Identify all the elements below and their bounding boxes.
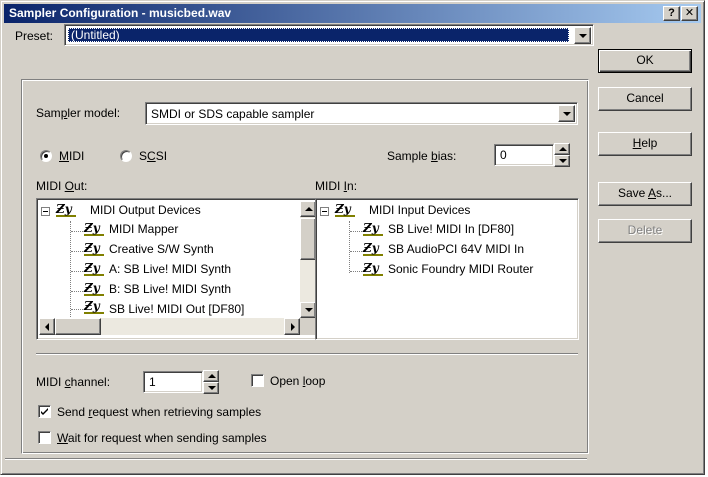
sample-bias-up-button[interactable] [554, 143, 570, 155]
preset-combo[interactable]: (Untitled) [64, 24, 594, 46]
scsi-radio-label[interactable]: SCSI [139, 149, 167, 163]
arrow-right-icon [291, 323, 295, 331]
midi-channel-label: MIDI channel: [36, 375, 111, 389]
arrow-down-icon [305, 308, 313, 312]
preset-selection: (Untitled) [68, 28, 569, 42]
sampler-model-dropdown-button[interactable] [558, 105, 575, 122]
collapse-icon[interactable] [41, 207, 50, 216]
midi-device-icon: Ƶy [363, 262, 383, 276]
arrow-up-icon [305, 207, 313, 211]
sampler-model-value: SMDI or SDS capable sampler [151, 107, 315, 121]
ok-button[interactable]: OK [598, 49, 692, 73]
scrollbar-corner [300, 318, 316, 335]
vertical-scrollbar[interactable] [300, 201, 316, 318]
midi-device-icon: Ƶy [84, 282, 104, 296]
help-button[interactable]: Help [598, 132, 692, 156]
open-loop-label[interactable]: Open loop [270, 374, 325, 388]
arrow-up-icon [208, 374, 216, 378]
scroll-left-button[interactable] [39, 318, 55, 335]
settings-panel: Sampler model: SMDI or SDS capable sampl… [21, 79, 589, 454]
scsi-radio[interactable] [120, 150, 132, 162]
arrow-left-icon [45, 323, 49, 331]
sample-bias-input[interactable]: 0 [494, 144, 554, 166]
sample-bias-down-button[interactable] [554, 155, 570, 167]
title-bar[interactable]: Sampler Configuration - musicbed.wav ? ✕ [4, 4, 701, 23]
preset-label: Preset: [15, 29, 54, 43]
save-as-button[interactable]: Save As... [598, 182, 692, 206]
panel-divider [36, 353, 578, 355]
midi-channel-down-button[interactable] [203, 382, 219, 394]
sampler-model-combo[interactable]: SMDI or SDS capable sampler [145, 102, 578, 125]
midi-device-icon: Ƶy [363, 242, 383, 256]
chevron-down-icon [579, 34, 587, 38]
wait-request-checkbox[interactable] [38, 431, 51, 444]
wait-request-label[interactable]: Wait for request when sending samples [57, 431, 267, 445]
midi-device-icon: Ƶy [84, 262, 104, 276]
scroll-up-button[interactable] [300, 201, 316, 217]
scroll-thumb[interactable] [55, 318, 101, 335]
midi-in-item[interactable]: Sonic Foundry MIDI Router [388, 261, 533, 277]
midi-out-item[interactable]: SB Live! MIDI Out [DF80] [109, 301, 244, 317]
arrow-down-icon [208, 386, 216, 390]
midi-in-item[interactable]: SB AudioPCI 64V MIDI In [388, 241, 524, 257]
midi-out-item[interactable]: B: SB Live! MIDI Synth [109, 281, 231, 297]
midi-out-root[interactable]: MIDI Output Devices [90, 202, 201, 218]
scroll-right-button[interactable] [284, 318, 300, 335]
midi-channel-input[interactable]: 1 [143, 371, 203, 393]
close-icon: ✕ [684, 7, 695, 19]
midi-out-item[interactable]: Creative S/W Synth [109, 241, 214, 257]
sampler-model-label: Sampler model: [36, 106, 121, 120]
midi-in-root[interactable]: MIDI Input Devices [369, 202, 470, 218]
send-request-checkbox[interactable] [38, 405, 51, 418]
radio-selected-dot [44, 154, 48, 158]
open-loop-checkbox[interactable] [251, 374, 264, 387]
tree-clip: Ƶy SB Live! MIDI Out [DF80] [39, 299, 301, 318]
help-title-button[interactable]: ? [663, 6, 680, 21]
midi-out-label: MIDI Out: [36, 179, 88, 193]
midi-radio[interactable] [40, 150, 52, 162]
dialog-window: Sampler Configuration - musicbed.wav ? ✕… [0, 0, 705, 475]
tree-line [349, 221, 350, 273]
send-request-label[interactable]: Send request when retrieving samples [57, 405, 261, 419]
arrow-down-icon [559, 159, 567, 163]
midi-radio-label[interactable]: MIDI [59, 149, 84, 163]
cancel-button[interactable]: Cancel [598, 87, 692, 111]
preset-value: (Untitled) [71, 28, 120, 42]
sample-bias-label: Sample bias: [387, 149, 457, 163]
close-button[interactable]: ✕ [681, 6, 698, 21]
checkmark-icon [41, 408, 48, 415]
arrow-up-icon [559, 147, 567, 151]
midi-device-icon: Ƶy [335, 203, 355, 217]
midi-device-icon: Ƶy [56, 203, 76, 217]
midi-in-label: MIDI In: [315, 179, 358, 193]
scroll-down-button[interactable] [300, 302, 316, 318]
window-title: Sampler Configuration - musicbed.wav [9, 6, 232, 20]
midi-device-icon: Ƶy [84, 300, 104, 314]
midi-in-item[interactable]: SB Live! MIDI In [DF80] [388, 221, 514, 237]
midi-channel-up-button[interactable] [203, 370, 219, 382]
midi-out-item[interactable]: MIDI Mapper [109, 221, 178, 237]
question-icon: ? [668, 7, 675, 19]
midi-device-icon: Ƶy [84, 242, 104, 256]
midi-in-tree[interactable]: Ƶy MIDI Input Devices Ƶy SB Live! MIDI I… [315, 198, 579, 340]
midi-channel-value: 1 [149, 375, 156, 389]
midi-out-tree[interactable]: Ƶy MIDI Output Devices Ƶy MIDI Mapper Ƶy… [36, 198, 319, 340]
bottom-divider [5, 458, 587, 460]
midi-device-icon: Ƶy [363, 222, 383, 236]
collapse-icon[interactable] [320, 207, 329, 216]
horizontal-scrollbar[interactable] [39, 318, 300, 335]
preset-dropdown-button[interactable] [574, 27, 591, 44]
delete-button[interactable]: Delete [598, 219, 692, 243]
sample-bias-value: 0 [500, 148, 507, 162]
midi-device-icon: Ƶy [84, 222, 104, 236]
scroll-thumb[interactable] [300, 218, 316, 260]
midi-out-item[interactable]: A: SB Live! MIDI Synth [109, 261, 231, 277]
chevron-down-icon [563, 112, 571, 116]
